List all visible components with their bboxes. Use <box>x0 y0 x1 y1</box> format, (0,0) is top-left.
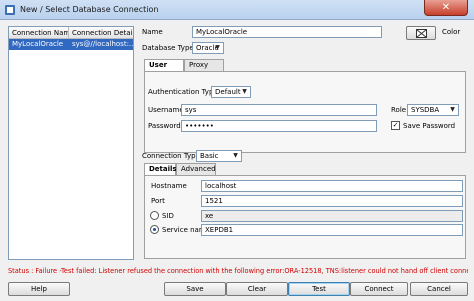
test-button[interactable]: Test <box>288 282 350 296</box>
close-button[interactable]: ✕ <box>424 0 468 16</box>
username-input[interactable]: sys <box>181 104 377 116</box>
color-button[interactable] <box>406 26 436 40</box>
table-row[interactable]: MyLocalOracle sys@//localhost:... <box>9 39 133 50</box>
connection-name-cell: MyLocalOracle <box>12 40 64 48</box>
role-select[interactable]: SYSDBA ▼ <box>407 104 459 116</box>
authentication-type-select[interactable]: Default ▼ <box>211 86 251 98</box>
password-label: Password <box>148 122 181 130</box>
sid-label: SID <box>162 212 174 220</box>
name-label: Name <box>142 28 163 36</box>
connection-type-value: Basic <box>200 152 219 160</box>
clear-button[interactable]: Clear <box>226 282 288 296</box>
window-title: New / Select Database Connection <box>20 5 159 14</box>
port-input[interactable]: 1521 <box>201 195 463 207</box>
cancel-button[interactable]: Cancel <box>410 282 468 296</box>
name-input[interactable]: MyLocalOracle <box>192 26 382 38</box>
database-type-select[interactable]: Oracle ▼ <box>192 42 224 54</box>
port-label: Port <box>151 197 165 205</box>
username-label: Username <box>148 106 184 114</box>
authentication-type-value: Default <box>215 88 241 96</box>
color-label: Color <box>442 28 461 36</box>
details-panel: Hostname localhost Port 1521 SID xe Serv… <box>144 175 466 259</box>
hostname-input[interactable]: localhost <box>201 180 463 192</box>
user-info-panel: Authentication Type Default ▼ Username s… <box>144 71 466 153</box>
dialog-body: Connection Name Connection Details MyLoc… <box>2 20 472 301</box>
sid-input[interactable]: xe <box>201 210 463 222</box>
color-swatch-icon <box>416 29 427 38</box>
help-button[interactable]: Help <box>8 282 70 296</box>
chevron-down-icon: ▼ <box>450 106 455 113</box>
service-name-radio[interactable] <box>150 225 159 234</box>
connection-details-cell: sys@//localhost:... <box>72 40 133 48</box>
save-button[interactable]: Save <box>164 282 226 296</box>
tab-advanced[interactable]: Advanced <box>176 163 216 175</box>
password-input[interactable]: ••••••• <box>181 120 377 132</box>
chevron-down-icon: ▼ <box>215 44 220 51</box>
sid-radio[interactable] <box>150 211 159 220</box>
hostname-label: Hostname <box>151 182 187 190</box>
connection-type-label: Connection Type <box>142 152 200 160</box>
role-label: Role <box>391 106 407 114</box>
connections-table[interactable]: Connection Name Connection Details MyLoc… <box>8 26 134 260</box>
save-password-checkbox[interactable]: ✓ <box>391 121 400 130</box>
role-value: SYSDBA <box>411 106 440 114</box>
service-name-input[interactable]: XEPDB1 <box>201 224 463 236</box>
title-bar: New / Select Database Connection ✕ <box>0 0 474 20</box>
chevron-down-icon: ▼ <box>242 88 247 95</box>
status-message: Status : Failure -Test failed: Listener … <box>8 267 468 275</box>
column-header-connection-details[interactable]: Connection Details <box>69 27 133 39</box>
save-password-label: Save Password <box>403 122 456 130</box>
connection-type-select[interactable]: Basic ▼ <box>196 150 242 162</box>
checkmark-icon: ✓ <box>392 121 399 129</box>
close-icon: ✕ <box>441 2 451 13</box>
authentication-type-label: Authentication Type <box>148 88 218 96</box>
database-type-label: Database Type <box>142 44 194 52</box>
connect-button[interactable]: Connect <box>350 282 408 296</box>
chevron-down-icon: ▼ <box>233 152 238 159</box>
sql-developer-icon <box>5 5 15 15</box>
tab-proxy-user[interactable]: Proxy User <box>184 59 224 80</box>
column-header-connection-name[interactable]: Connection Name <box>9 27 69 39</box>
